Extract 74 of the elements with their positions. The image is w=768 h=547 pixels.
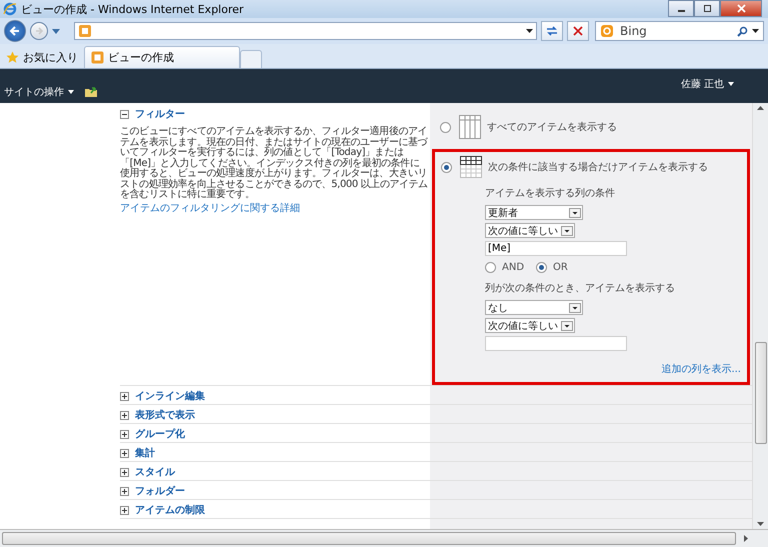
star-icon: [6, 50, 19, 64]
horizontal-scrollbar[interactable]: [0, 529, 768, 547]
close-icon[interactable]: [736, 4, 746, 13]
section-title[interactable]: アイテムの制限: [135, 503, 205, 517]
section-title[interactable]: フォルダー: [135, 484, 185, 498]
radio-button[interactable]: [440, 122, 451, 132]
radio-label: AND: [502, 262, 524, 273]
section-title[interactable]: 表形式で表示: [135, 408, 195, 422]
user-menu[interactable]: 佐藤 正也: [680, 77, 724, 91]
maximize-button[interactable]: [694, 0, 720, 17]
dropdown[interactable]: 次の値に等しい: [485, 223, 575, 238]
collapse-icon[interactable]: [120, 110, 129, 118]
expand-icon[interactable]: [120, 392, 129, 400]
scroll-right-icon[interactable]: [744, 535, 748, 542]
option-label: すべてのアイテムを表示する: [487, 120, 617, 134]
expand-icon[interactable]: [120, 448, 129, 458]
more-columns-link[interactable]: 追加の列を表示...: [661, 362, 741, 376]
caret-icon[interactable]: [68, 90, 74, 94]
search-box[interactable]: Bing: [595, 21, 764, 41]
caret-icon[interactable]: [526, 29, 533, 33]
back-arrow-icon[interactable]: [9, 25, 21, 37]
text-field[interactable]: [Me]: [485, 241, 627, 256]
stop-button[interactable]: [567, 21, 589, 41]
expand-icon[interactable]: [120, 430, 129, 438]
text-field[interactable]: [485, 336, 627, 351]
caret-icon[interactable]: [752, 29, 759, 33]
site-actions-menu[interactable]: サイトの操作: [4, 85, 64, 99]
forward-button[interactable]: [30, 22, 48, 40]
dropdown[interactable]: なし: [485, 300, 583, 315]
maximize-icon[interactable]: [702, 4, 712, 13]
section-title[interactable]: フィルター: [135, 107, 185, 121]
scroll-down-icon[interactable]: [757, 522, 764, 526]
radio-button[interactable]: [485, 262, 496, 273]
back-button[interactable]: [4, 20, 26, 42]
expand-icon[interactable]: [120, 506, 129, 514]
scrollbar-thumb[interactable]: [2, 532, 736, 545]
refresh-icon[interactable]: [545, 25, 559, 37]
favorites-button[interactable]: お気に入り: [0, 46, 84, 68]
expand-icon[interactable]: [120, 410, 129, 420]
section-title[interactable]: グループ化: [135, 427, 185, 441]
dropdown[interactable]: 次の値に等しい: [485, 318, 575, 333]
expand-icon[interactable]: [120, 486, 129, 496]
radio-button[interactable]: [441, 162, 452, 172]
page-icon: [78, 24, 92, 38]
radio-button[interactable]: [536, 262, 548, 273]
description-text: このビューにすべてのアイテムを表示するか、フィルター適用後のアイテムを表示します。現在の日付、またはサイトの現在のユーザーに基づいてフィルターを実行するには、列の値として「[Today]」または「[Me]」と入力してください。インデックス付きの列を最初の条件に使用すると、ビューの処理速度が上がります。フィルターは、大きいリストの処理効率を向上させることができるので、5,000 以上のアイテムを含むリストに特に重要です。: [120, 127, 428, 200]
bing-icon: [600, 24, 614, 38]
dropdown[interactable]: 更新者: [485, 205, 583, 220]
folder-icon[interactable]: [84, 86, 98, 98]
window-title: ビューの作成 - Windows Internet Explorer: [21, 2, 245, 16]
minimize-button[interactable]: [668, 0, 694, 17]
radio-label: OR: [553, 262, 568, 273]
field-label: アイテムを表示する列の条件: [485, 186, 615, 200]
expand-icon[interactable]: [120, 468, 129, 476]
grid-icon: [459, 115, 481, 139]
section-title[interactable]: 集計: [135, 446, 155, 460]
filtered-grid-icon: [460, 156, 482, 178]
search-icon[interactable]: [737, 26, 748, 36]
page-icon: [91, 51, 104, 64]
scrollbar-thumb[interactable]: [754, 342, 766, 444]
section-title[interactable]: スタイル: [135, 465, 175, 479]
refresh-button[interactable]: [541, 21, 563, 41]
field-label: 列が次の条件のとき、アイテムを表示する: [485, 282, 675, 295]
section-title[interactable]: インライン編集: [135, 389, 205, 403]
close-button[interactable]: [720, 0, 762, 17]
browser-tab[interactable]: ビューの作成: [84, 46, 240, 68]
ie-logo-icon: [3, 2, 17, 16]
caret-icon[interactable]: [728, 82, 734, 86]
address-field[interactable]: [74, 22, 537, 40]
help-link[interactable]: アイテムのフィルタリングに関する詳細: [120, 202, 300, 214]
stop-icon[interactable]: [573, 26, 583, 36]
option-label: 次の条件に該当する場合だけアイテムを表示する: [488, 160, 708, 174]
scroll-up-icon[interactable]: [757, 106, 764, 110]
vertical-scrollbar[interactable]: [752, 103, 768, 529]
